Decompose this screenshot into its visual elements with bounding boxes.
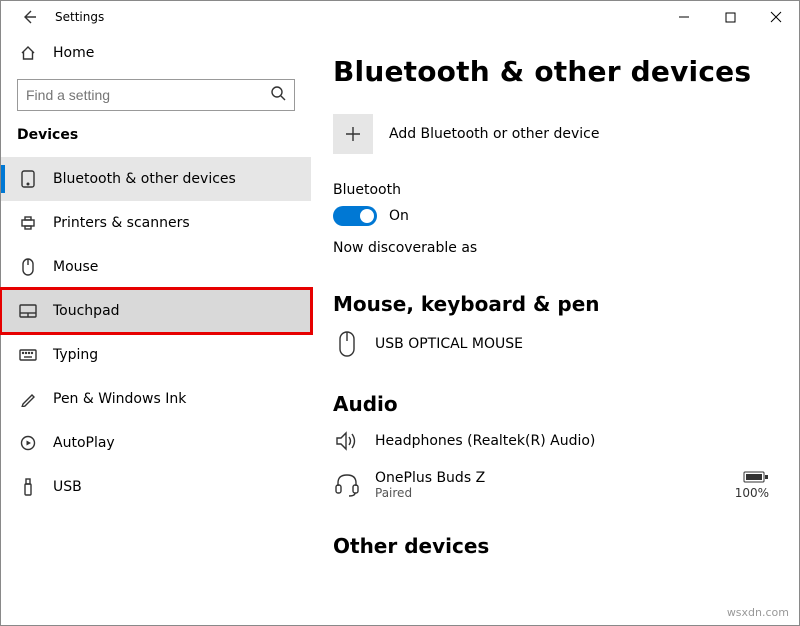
device-name: OnePlus Buds Z: [375, 470, 721, 486]
sidebar: Home Devices Bluetooth & other devices: [1, 33, 311, 625]
mouse-icon: [333, 330, 361, 358]
search-field[interactable]: [26, 87, 260, 103]
sidebar-home[interactable]: Home: [1, 33, 311, 73]
device-usb-mouse[interactable]: USB OPTICAL MOUSE: [333, 330, 769, 358]
sidebar-item-touchpad[interactable]: Touchpad: [1, 289, 311, 333]
battery-status: 100%: [735, 470, 769, 500]
usb-icon: [19, 478, 37, 496]
home-icon: [19, 45, 37, 61]
battery-percent: 100%: [735, 486, 769, 500]
group-audio-heading: Audio: [333, 392, 769, 416]
bluetooth-toggle[interactable]: [333, 206, 377, 226]
sidebar-item-label: AutoPlay: [53, 435, 115, 451]
sidebar-item-label: USB: [53, 479, 82, 495]
sidebar-home-label: Home: [53, 45, 94, 61]
sidebar-item-label: Pen & Windows Ink: [53, 391, 186, 407]
sidebar-item-label: Mouse: [53, 259, 98, 275]
content: Bluetooth & other devices Add Bluetooth …: [311, 33, 799, 625]
close-button[interactable]: [753, 1, 799, 33]
watermark: wsxdn.com: [727, 606, 789, 619]
printer-icon: [19, 215, 37, 231]
sidebar-item-label: Typing: [53, 347, 98, 363]
autoplay-icon: [19, 435, 37, 451]
sidebar-item-label: Printers & scanners: [53, 215, 190, 231]
sidebar-item-mouse[interactable]: Mouse: [1, 245, 311, 289]
sidebar-item-label: Touchpad: [53, 303, 120, 319]
bluetooth-label: Bluetooth: [333, 182, 769, 198]
device-oneplus-buds[interactable]: OnePlus Buds Z Paired 100%: [333, 470, 769, 500]
sidebar-section: Devices: [1, 121, 311, 157]
group-mouse-heading: Mouse, keyboard & pen: [333, 292, 769, 316]
minimize-button[interactable]: [661, 1, 707, 33]
sidebar-item-printers[interactable]: Printers & scanners: [1, 201, 311, 245]
search-input[interactable]: [17, 79, 295, 111]
pen-icon: [19, 391, 37, 407]
window-controls: [661, 1, 799, 33]
sidebar-item-autoplay[interactable]: AutoPlay: [1, 421, 311, 465]
bluetooth-state: On: [389, 208, 409, 224]
touchpad-icon: [19, 304, 37, 318]
add-button[interactable]: [333, 114, 373, 154]
window-title: Settings: [55, 10, 104, 24]
headset-icon: [333, 472, 361, 498]
sidebar-nav: Bluetooth & other devices Printers & sca…: [1, 157, 311, 509]
add-device-label: Add Bluetooth or other device: [389, 126, 599, 142]
add-device-row[interactable]: Add Bluetooth or other device: [333, 114, 769, 154]
keyboard-icon: [19, 349, 37, 361]
group-other-heading: Other devices: [333, 534, 769, 558]
maximize-button[interactable]: [707, 1, 753, 33]
sidebar-item-bluetooth[interactable]: Bluetooth & other devices: [1, 157, 311, 201]
device-status: Paired: [375, 486, 721, 500]
speaker-icon: [333, 430, 361, 452]
discoverable-text: Now discoverable as: [333, 240, 769, 256]
sidebar-item-label: Bluetooth & other devices: [53, 171, 236, 187]
device-name: USB OPTICAL MOUSE: [375, 336, 769, 352]
sidebar-item-usb[interactable]: USB: [1, 465, 311, 509]
search-icon: [270, 85, 286, 105]
mouse-icon: [19, 258, 37, 276]
page-title: Bluetooth & other devices: [333, 55, 769, 88]
device-headphones[interactable]: Headphones (Realtek(R) Audio): [333, 430, 769, 452]
sidebar-item-typing[interactable]: Typing: [1, 333, 311, 377]
device-name: Headphones (Realtek(R) Audio): [375, 433, 769, 449]
back-button[interactable]: [9, 1, 49, 33]
sidebar-item-pen[interactable]: Pen & Windows Ink: [1, 377, 311, 421]
bluetooth-icon: [19, 170, 37, 188]
